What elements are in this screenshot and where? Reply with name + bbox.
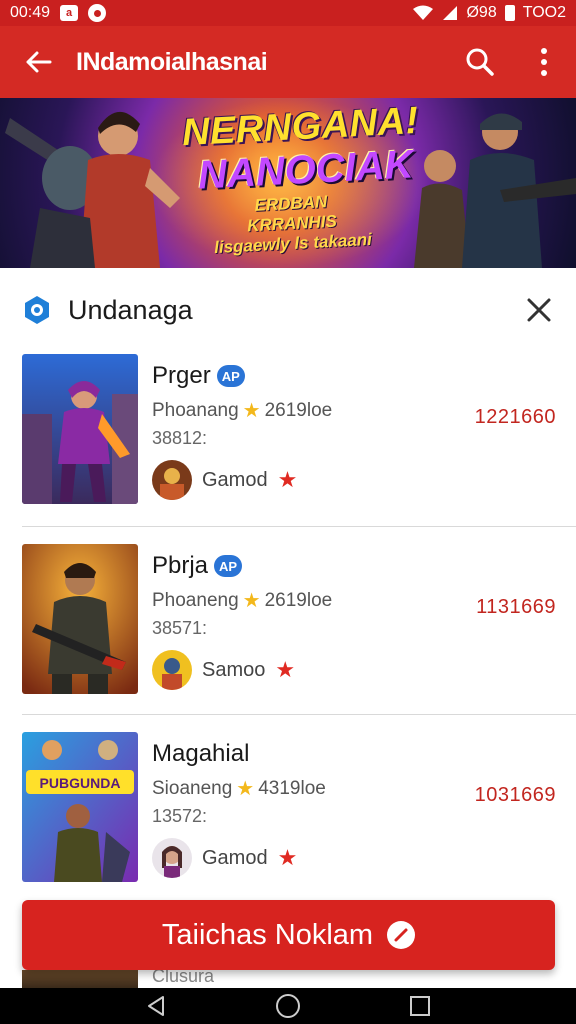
badge-icon: AP [216, 365, 245, 387]
back-button[interactable] [0, 26, 76, 98]
banner-hero-right-image [414, 113, 576, 268]
section-header: Undanaga [0, 286, 576, 334]
nav-back-button[interactable] [136, 988, 176, 1024]
notification-circle-icon [88, 4, 107, 22]
meta-value: 2619loe [264, 589, 333, 611]
more-vertical-icon [541, 48, 547, 76]
app-screen: 00:49 a Ø98 TOO2 INdamoialhasnai NERNGAN… [0, 0, 576, 1024]
developer-name: Gamod [202, 846, 268, 869]
primary-action-button[interactable]: Taiichas Noklam [22, 900, 555, 970]
close-button[interactable] [522, 293, 556, 327]
game-title: Magahial [152, 740, 250, 767]
app-bar: INdamoialhasnai [0, 26, 576, 98]
download-count: 1221660 [474, 406, 556, 428]
system-nav-bar [0, 988, 576, 1024]
nav-recents-button[interactable] [400, 988, 440, 1024]
search-button[interactable] [448, 26, 512, 98]
game-thumbnail-3: PUBGUNDA [22, 732, 138, 882]
developer-avatar [152, 460, 192, 500]
game-title: Pbrja [152, 552, 209, 579]
meta-label: Phoaneng [152, 589, 239, 611]
primary-action-label: Taiichas Noklam [161, 918, 374, 951]
promo-banner[interactable]: NERNGANA! NANOCIAK ERDBAN KRRANHIS lisga… [0, 98, 576, 268]
meta-sub: 38571: [152, 618, 208, 638]
battery-icon [504, 5, 515, 21]
meta-label: Sioaneng [152, 777, 233, 799]
developer-name: Samoo [202, 658, 266, 681]
star-red-icon: ★ [277, 845, 298, 870]
nav-home-button[interactable] [268, 988, 308, 1024]
meta-sub: 13572: [152, 806, 208, 826]
nav-back-icon [148, 996, 164, 1016]
star-red-icon: ★ [275, 657, 296, 682]
badge-icon: AP [214, 555, 243, 577]
star-gold-icon: ★ [242, 400, 261, 422]
section-title: Undanaga [68, 294, 193, 325]
more-options-button[interactable] [512, 26, 576, 98]
game-title: Prger [152, 362, 211, 389]
divider [22, 714, 576, 715]
thumbnail-label: PUBGUNDA [40, 775, 121, 791]
star-gold-icon: ★ [236, 778, 255, 800]
close-icon [527, 298, 551, 322]
status-bar: 00:49 a Ø98 TOO2 [0, 0, 576, 26]
game-thumbnail-1 [22, 354, 138, 504]
meta-label: Phoanang [152, 399, 239, 421]
arrow-left-icon [26, 51, 52, 73]
status-time: 00:49 [10, 4, 51, 21]
star-red-icon: ★ [277, 467, 298, 492]
developer-avatar [152, 650, 192, 690]
developer-name: Gamod [202, 468, 268, 491]
search-icon [466, 48, 494, 76]
meta-sub: 38812: [152, 428, 208, 448]
meta-value: 2619loe [264, 399, 333, 421]
banner-hero-left-image [5, 111, 180, 268]
game-thumbnail-2 [22, 544, 138, 694]
page-title: INdamoialhasnai [76, 47, 268, 76]
results-section: Undanaga Prger AP Phoanang ★ 2619loe 388… [0, 268, 576, 988]
list-item[interactable]: Prger AP Phoanang ★ 2619loe 38812: Gamod… [0, 354, 576, 542]
location-pin-icon [20, 293, 54, 327]
nav-recents-icon [410, 996, 430, 1016]
developer-avatar [152, 838, 192, 878]
next-item-thumbnail [22, 970, 138, 988]
meta-value: 4319loe [258, 777, 326, 799]
status-text-2: TOO2 [522, 4, 566, 21]
app-notification-icon: a [60, 5, 79, 21]
nav-home-icon [276, 994, 300, 1018]
status-text-1: Ø98 [466, 4, 497, 21]
list-item[interactable]: Pbrja AP Phoaneng ★ 2619loe 38571: Samoo… [0, 544, 576, 732]
download-count: 1031669 [474, 784, 556, 806]
banner-tagline: ERDBAN KRRANHIS lisgaewly ls takaani [211, 190, 374, 258]
download-count: 1131669 [476, 596, 556, 618]
wifi-icon [413, 5, 434, 20]
signal-icon [443, 6, 458, 20]
star-gold-icon: ★ [242, 590, 261, 612]
no-entry-icon [387, 921, 416, 949]
divider [22, 526, 576, 527]
list-item[interactable]: PUBGUNDA Magahial Sioaneng ★ 4319loe 135… [0, 732, 576, 920]
